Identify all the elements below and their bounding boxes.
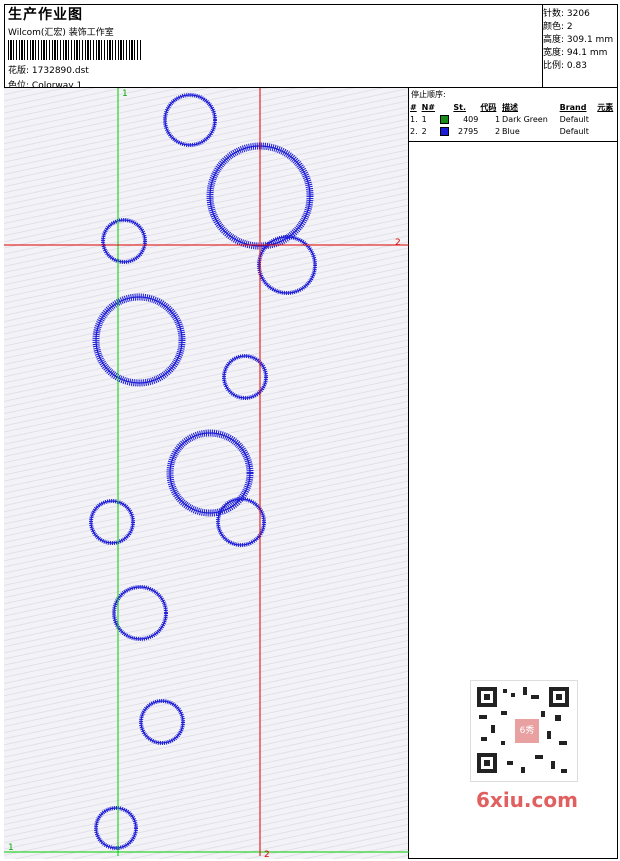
watermark: 6xiu.com (476, 788, 578, 812)
col-element: 元素 (597, 102, 614, 112)
sheet-title: 生产作业图 (8, 7, 83, 23)
row-swatch-cell (439, 113, 452, 125)
qr-logo: 6秀 (515, 719, 539, 743)
design-info-box: 针数: 3206 颜色: 2 高度: 309.1 mm 宽度: 94.1 mm … (542, 4, 618, 88)
col-needle: N# (421, 102, 436, 112)
stop-sequence-table: # N# St. 代码 描述 Brand 元素 1. 1 409 1 Dark … (409, 101, 618, 137)
row-code: 2 (494, 126, 501, 136)
table-header-row: # N# St. 代码 描述 Brand 元素 (409, 101, 618, 113)
stitch-circles (89, 93, 317, 850)
row-description: Dark Green (502, 114, 548, 124)
row-brand: Default (559, 114, 589, 124)
row-needle: 1 (421, 114, 427, 124)
col-swatch (439, 101, 452, 113)
stitch-circle-outline (102, 219, 146, 263)
color-swatch (440, 114, 450, 124)
col-description: 描述 (502, 102, 519, 112)
stitch-circle-outline (217, 498, 265, 546)
col-code: 代码 (480, 102, 497, 112)
row-index: 1. (410, 114, 418, 124)
info-colors: 颜色: 2 (543, 22, 573, 32)
table-row[interactable]: 2. 2 2795 2 Blue Default (409, 125, 618, 137)
row-swatch-cell (439, 125, 452, 137)
color-swatch (440, 126, 450, 136)
row-element (596, 125, 618, 137)
col-index: # (410, 102, 417, 112)
green-guide-label-left: 1 (8, 843, 14, 853)
row-code: 1 (494, 114, 501, 124)
stop-sequence-panel: 停止顺序: # N# St. 代码 描述 Brand 元素 1. 1 409 1… (409, 88, 618, 142)
stop-sequence-title: 停止顺序: (411, 90, 446, 99)
design-file: 1732890.dst (31, 66, 89, 76)
stitch-circle-outline (95, 296, 183, 384)
stitch-circle-outline (95, 807, 137, 849)
qr-code: 6秀 (470, 680, 578, 782)
design-label: 花版: (8, 66, 30, 76)
row-description: Blue (502, 126, 520, 136)
row-element (596, 113, 618, 125)
barcode (8, 40, 142, 60)
row-stitches: 2795 (458, 126, 479, 136)
row-brand: Default (559, 126, 589, 136)
col-stitches: St. (453, 102, 467, 112)
row-needle: 2 (421, 126, 427, 136)
red-guide-label-right: 2 (395, 238, 401, 248)
design-preview: 1 1 2 2 (4, 88, 409, 859)
row-index: 2. (410, 126, 418, 136)
info-height: 高度: 309.1 mm (543, 35, 614, 45)
row-stitches: 409 (463, 114, 479, 124)
stitch-circle-outline (140, 700, 184, 744)
table-row[interactable]: 1. 1 409 1 Dark Green Default (409, 113, 618, 125)
col-brand: Brand (559, 102, 587, 112)
stitch-circle-outline (90, 500, 134, 544)
green-guide-label-top: 1 (122, 89, 128, 99)
info-stitches: 针数: 3206 (543, 9, 590, 19)
company-name: Wilcom(汇宏) 装饰工作室 (8, 28, 114, 38)
sheet-header: 生产作业图 Wilcom(汇宏) 装饰工作室 花版: 1732890.dst 色… (4, 4, 618, 91)
red-guide-label-bottom: 2 (264, 850, 270, 859)
stitch-circle-outline (164, 94, 216, 146)
info-width: 宽度: 94.1 mm (543, 48, 608, 58)
info-scale: 比例: 0.83 (543, 61, 587, 71)
design-file-row: 花版: 1732890.dst (8, 63, 89, 76)
stitch-circle-outline (113, 586, 167, 640)
